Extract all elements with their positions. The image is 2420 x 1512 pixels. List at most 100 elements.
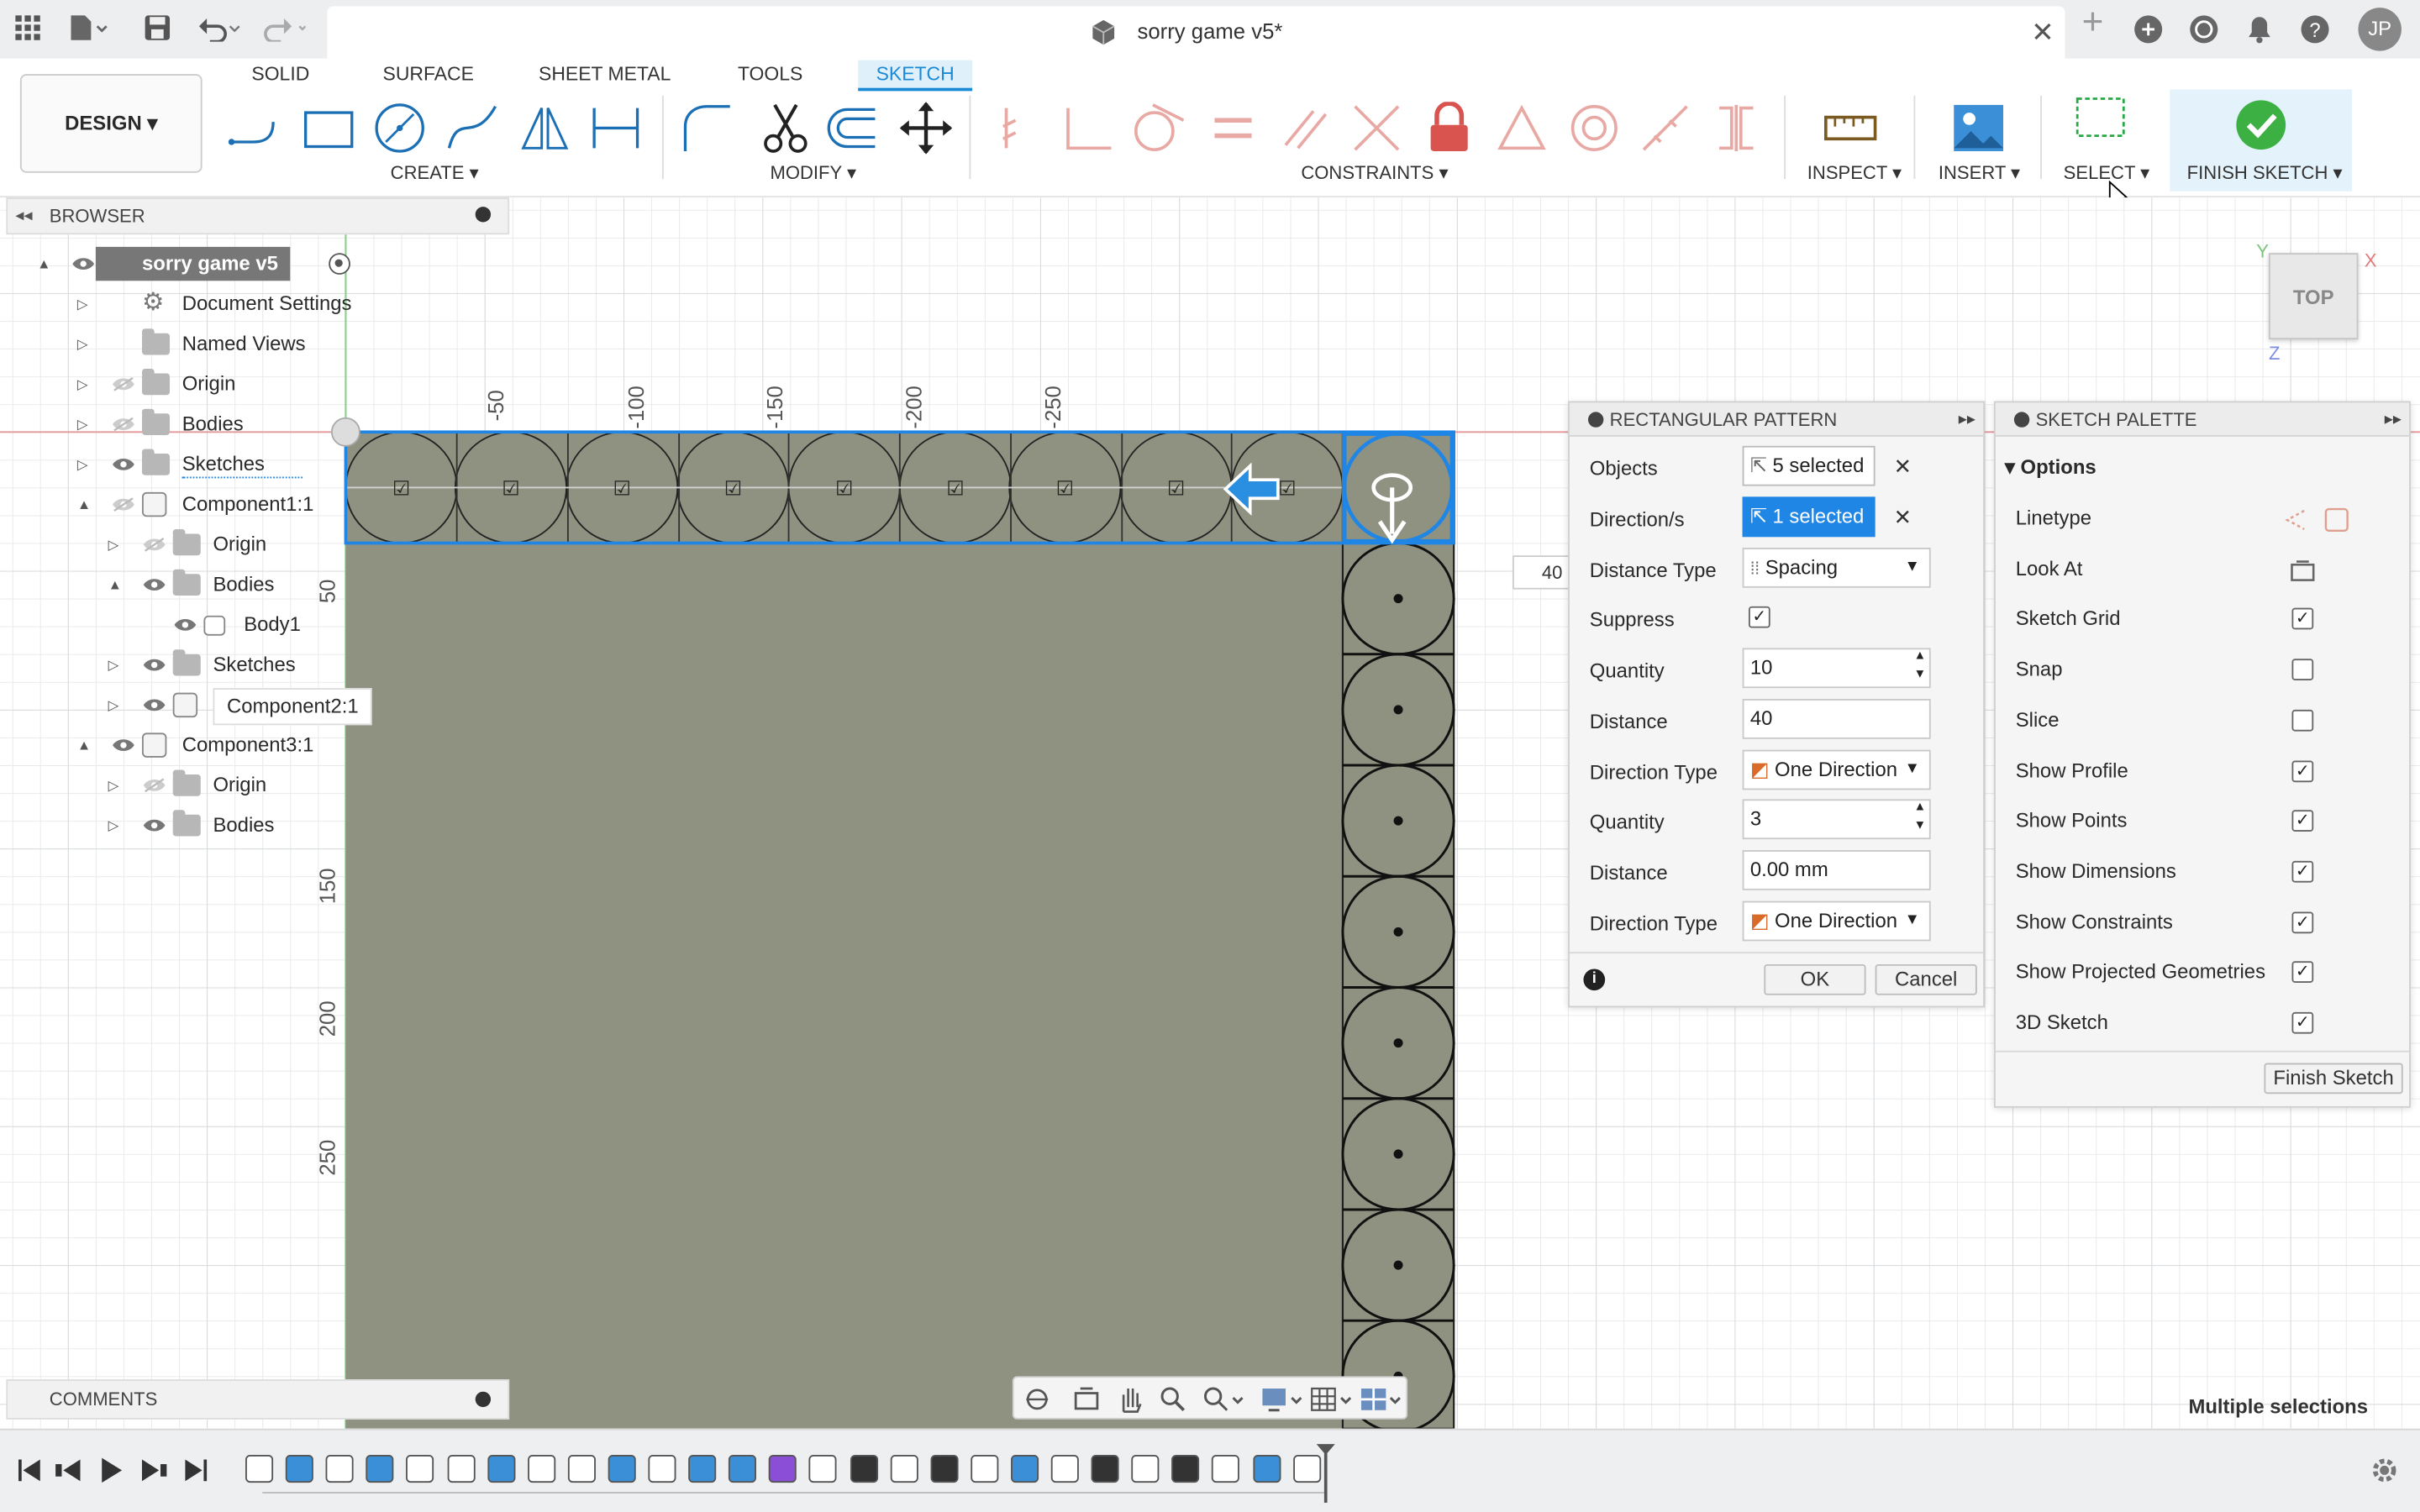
- dialog-collapse-icon[interactable]: [1587, 412, 1604, 428]
- rectangular-pattern-header[interactable]: RECTANGULAR PATTERN ▸▸: [1569, 402, 1984, 437]
- timeline-feature-icon[interactable]: [1091, 1455, 1119, 1483]
- expand-toggle-icon[interactable]: ▷: [77, 448, 88, 481]
- expand-toggle-icon[interactable]: ▲: [77, 487, 91, 521]
- measure-ruler-icon[interactable]: [1823, 102, 1877, 154]
- timeline-feature-icon[interactable]: [929, 1455, 959, 1483]
- inspect-group-label[interactable]: INSPECT ▾: [1807, 162, 1902, 184]
- expand-toggle-icon[interactable]: ▲: [108, 568, 122, 601]
- activate-radio-icon[interactable]: [329, 253, 350, 275]
- redo-icon[interactable]: [262, 14, 307, 45]
- job-status-icon[interactable]: [2188, 14, 2219, 45]
- expand-toggle-icon[interactable]: ▷: [108, 648, 119, 681]
- line-tool-icon[interactable]: [227, 102, 279, 154]
- expand-toggle-icon[interactable]: ▷: [108, 528, 119, 561]
- timeline-feature-icon[interactable]: [567, 1455, 596, 1483]
- timeline-feature-icon[interactable]: [1212, 1455, 1240, 1483]
- fix-lock-icon[interactable]: [1423, 102, 1475, 154]
- expand-toggle-icon[interactable]: ▷: [108, 808, 119, 842]
- midpoint-constraint-icon[interactable]: [1496, 102, 1548, 154]
- expand-toggle-icon[interactable]: ▷: [108, 769, 119, 802]
- browser-tree-item[interactable]: ▲ Component3:1: [0, 728, 509, 762]
- visibility-eye-icon[interactable]: [142, 537, 166, 552]
- visibility-eye-icon[interactable]: [142, 657, 166, 672]
- distance-1-input[interactable]: 40: [1742, 699, 1931, 739]
- notifications-bell-icon[interactable]: [2244, 14, 2275, 45]
- palette-option-checkbox[interactable]: [2291, 709, 2314, 732]
- quantity-2-input[interactable]: 3 ▲ ▼: [1742, 799, 1931, 840]
- palette-option-checkbox[interactable]: ✓: [2291, 911, 2314, 933]
- tangent-constraint-icon[interactable]: [1131, 102, 1184, 154]
- apps-grid-icon[interactable]: [13, 14, 44, 45]
- palette-expand-icon[interactable]: ▸▸: [2385, 402, 2402, 436]
- pan-hand-icon[interactable]: [1116, 1384, 1144, 1415]
- visibility-eye-icon[interactable]: [142, 778, 166, 793]
- fillet-tool-icon[interactable]: [681, 102, 733, 154]
- viewcube-top-face[interactable]: TOP: [2268, 253, 2359, 340]
- dialog-expand-icon[interactable]: ▸▸: [1959, 402, 1975, 436]
- tab-tools[interactable]: TOOLS: [725, 60, 815, 92]
- timeline-feature-icon[interactable]: [648, 1455, 676, 1483]
- visibility-eye-icon[interactable]: [111, 457, 135, 472]
- browser-tree-item[interactable]: ▷ Sketches: [0, 648, 509, 681]
- coincident-constraint-icon[interactable]: [991, 102, 1043, 154]
- expand-toggle-icon[interactable]: ▷: [77, 367, 88, 401]
- expand-toggle-icon[interactable]: ▷: [77, 327, 88, 360]
- browser-tree-item[interactable]: ▲ Bodies: [0, 568, 509, 601]
- collapse-browser-icon[interactable]: ◂◂: [15, 205, 32, 225]
- zoom-icon[interactable]: [1159, 1385, 1186, 1413]
- constraints-group-label[interactable]: CONSTRAINTS ▾: [1301, 162, 1448, 184]
- undo-icon[interactable]: [197, 14, 240, 45]
- timeline-feature-icon[interactable]: [1010, 1455, 1039, 1483]
- timeline-feature-icon[interactable]: [446, 1455, 475, 1483]
- timeline-settings-gear-icon[interactable]: [2369, 1455, 2400, 1486]
- timeline-feature-icon[interactable]: [1171, 1455, 1200, 1483]
- quantity-1-input[interactable]: 10 ▲ ▼: [1742, 648, 1931, 689]
- perpendicular-constraint-icon[interactable]: [1062, 102, 1114, 154]
- browser-tree-item[interactable]: Body1: [0, 608, 509, 642]
- timeline-marker[interactable]: [1315, 1442, 1337, 1504]
- save-icon[interactable]: [142, 14, 173, 45]
- palette-option-checkbox[interactable]: ✓: [2291, 860, 2314, 883]
- new-tab-plus-icon[interactable]: +: [2077, 4, 2108, 41]
- expand-toggle-icon[interactable]: ▷: [108, 688, 119, 722]
- viewcube[interactable]: Y X Z TOP: [2254, 241, 2383, 370]
- visibility-eye-icon[interactable]: [173, 617, 197, 633]
- expand-toggle-icon[interactable]: ▷: [77, 287, 88, 321]
- concentric-constraint-icon[interactable]: [1568, 102, 1620, 154]
- timeline-feature-icon[interactable]: [245, 1455, 274, 1483]
- browser-tree-item[interactable]: ▲ sorry game v5: [0, 246, 509, 281]
- look-at-icon[interactable]: [2289, 556, 2317, 591]
- offset-tool-icon[interactable]: [826, 102, 878, 154]
- timeline-feature-icon[interactable]: [729, 1455, 757, 1483]
- insert-group-label[interactable]: INSERT ▾: [1939, 162, 2020, 184]
- sketch-palette-header[interactable]: SKETCH PALETTE ▸▸: [1995, 402, 2410, 437]
- browser-tree-item[interactable]: ▷ Sketches: [0, 448, 509, 481]
- distance-type-dropdown[interactable]: ⁞⁞ Spacing ▼: [1742, 548, 1931, 588]
- visibility-eye-icon[interactable]: [111, 417, 135, 432]
- palette-collapse-icon[interactable]: [2013, 412, 2030, 428]
- directions-selection-button[interactable]: ⇱ 1 selected: [1742, 496, 1876, 538]
- ok-button[interactable]: OK: [1764, 963, 1866, 995]
- palette-option-checkbox[interactable]: [2291, 659, 2314, 681]
- expand-toggle-icon[interactable]: ▲: [77, 728, 91, 762]
- timeline-feature-icon[interactable]: [769, 1455, 797, 1483]
- distance-2-input[interactable]: 0.00 mm: [1742, 850, 1931, 890]
- info-icon[interactable]: i: [1583, 969, 1606, 991]
- cancel-button[interactable]: Cancel: [1875, 963, 1977, 995]
- timeline-feature-icon[interactable]: [608, 1455, 636, 1483]
- dimension-input[interactable]: 40: [1512, 555, 1575, 590]
- timeline-feature-icon[interactable]: [285, 1455, 314, 1483]
- timeline-feature-icon[interactable]: [688, 1455, 717, 1483]
- tab-solid[interactable]: SOLID: [239, 60, 322, 92]
- timeline-feature-icon[interactable]: [406, 1455, 434, 1483]
- browser-tree-item[interactable]: ▷ Component2:1: [0, 688, 509, 726]
- timeline-feature-icon[interactable]: [1252, 1455, 1281, 1483]
- display-settings-icon[interactable]: [1261, 1385, 1304, 1413]
- comments-add-icon[interactable]: [475, 1391, 492, 1408]
- browser-tree-item[interactable]: ▷ Origin: [0, 769, 509, 802]
- rectangle-tool-icon[interactable]: [302, 102, 355, 154]
- dimension-tool-icon[interactable]: [590, 102, 642, 154]
- direction-type-1-dropdown[interactable]: ◩ One Direction ▼: [1742, 749, 1931, 790]
- timeline-feature-icon[interactable]: [366, 1455, 394, 1483]
- direction-type-2-dropdown[interactable]: ◩ One Direction ▼: [1742, 900, 1931, 942]
